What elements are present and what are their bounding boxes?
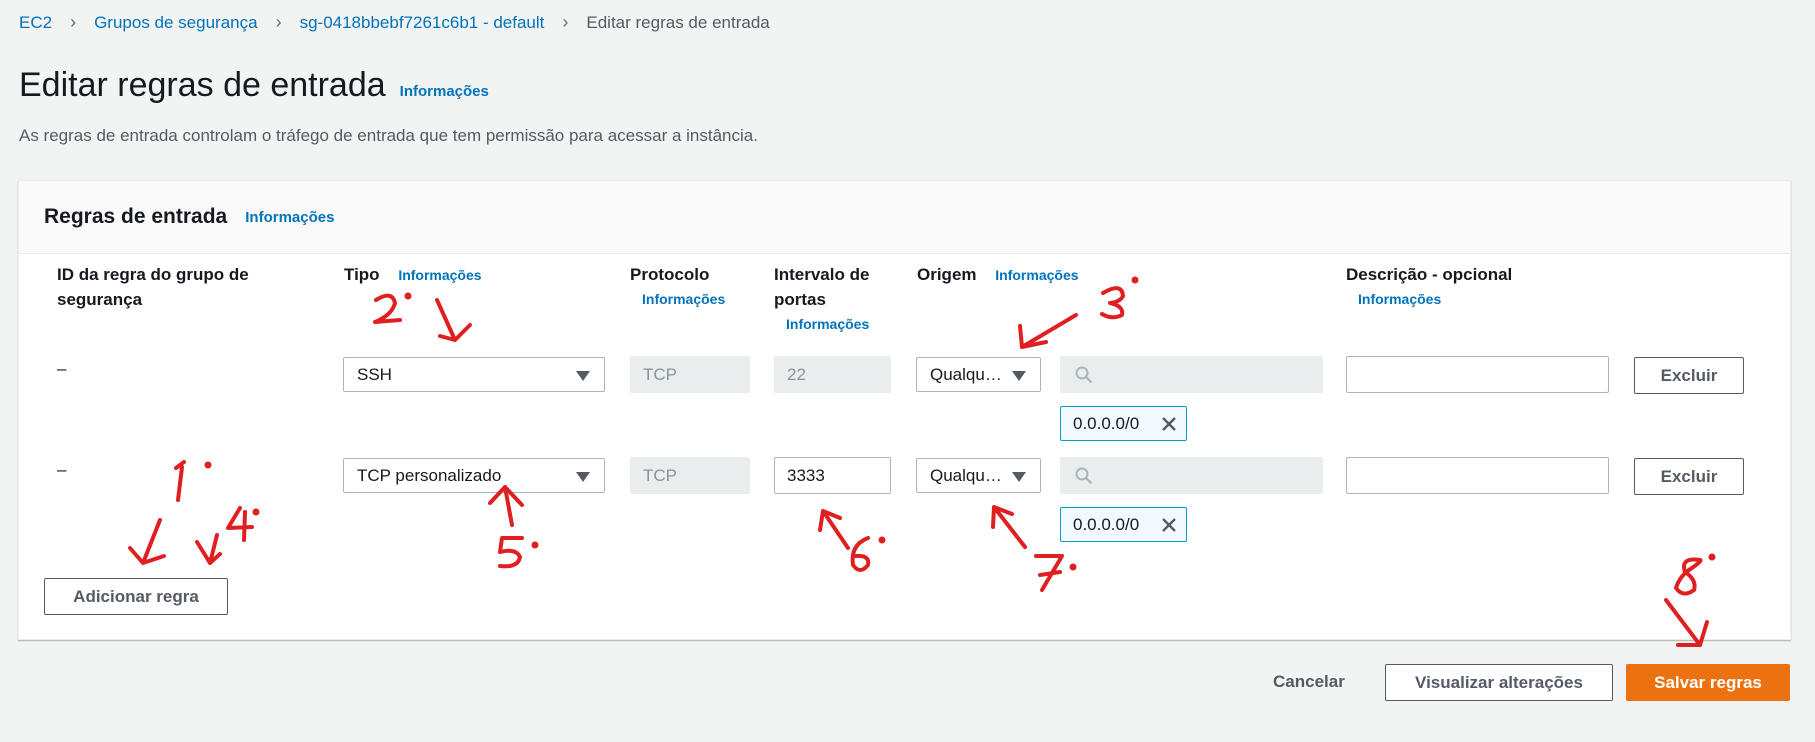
close-icon[interactable]	[1161, 416, 1177, 432]
cidr-token-label: 0.0.0.0/0	[1073, 514, 1140, 534]
col-protocol: Protocolo Informações	[630, 262, 725, 312]
inbound-rules-panel: Regras de entrada Informações ID da regr…	[18, 180, 1791, 640]
chevron-right-icon: ›	[275, 12, 282, 32]
port-input-2[interactable]: 3333	[774, 457, 891, 494]
rule-id-1: –	[57, 359, 67, 378]
breadcrumb-ec2[interactable]: EC2	[19, 13, 52, 33]
delete-rule-button-1[interactable]: Excluir	[1634, 357, 1744, 394]
source-search-2[interactable]	[1060, 457, 1323, 494]
search-icon	[1075, 366, 1093, 384]
description-input-1[interactable]	[1346, 356, 1609, 393]
breadcrumb: EC2 › Grupos de segurança › sg-0418bbebf…	[19, 12, 770, 33]
col-description-info[interactable]: Informações	[1346, 287, 1512, 312]
page-info-link[interactable]: Informações	[400, 83, 489, 100]
panel-title: Regras de entrada	[44, 205, 228, 228]
col-description: Descrição - opcional Informações	[1346, 262, 1512, 312]
col-protocol-label: Protocolo	[630, 265, 710, 284]
type-select-2[interactable]: TCP personalizado	[343, 458, 605, 493]
col-type-info[interactable]: Informações	[398, 267, 481, 283]
caret-down-icon	[576, 371, 590, 381]
source-select-1[interactable]: Qualqu…	[916, 357, 1041, 392]
delete-rule-button-2[interactable]: Excluir	[1634, 458, 1744, 495]
panel-header: Regras de entrada Informações	[19, 181, 1790, 254]
page-description: As regras de entrada controlam o tráfego…	[19, 126, 758, 145]
col-source-label: Origem	[917, 265, 977, 284]
preview-changes-button[interactable]: Visualizar alterações	[1385, 664, 1613, 701]
description-input-2[interactable]	[1346, 457, 1609, 494]
page-title: Editar regras de entrada	[19, 66, 386, 104]
breadcrumb-security-group[interactable]: sg-0418bbebf7261c6b1 - default	[300, 13, 545, 33]
col-port-range-info[interactable]: Informações	[774, 312, 889, 337]
rule-id-2: –	[57, 460, 67, 479]
save-rules-button[interactable]: Salvar regras	[1626, 664, 1790, 701]
panel-info-link[interactable]: Informações	[245, 209, 334, 226]
cidr-token-label: 0.0.0.0/0	[1073, 413, 1140, 433]
type-select-value: TCP personalizado	[357, 465, 502, 485]
col-protocol-info[interactable]: Informações	[630, 287, 725, 312]
source-select-value: Qualqu…	[930, 364, 1002, 384]
close-icon[interactable]	[1161, 517, 1177, 533]
chevron-right-icon: ›	[562, 12, 569, 32]
col-type: Tipo Informações	[344, 262, 482, 288]
protocol-field-1: TCP	[630, 356, 750, 393]
caret-down-icon	[576, 472, 590, 482]
cidr-token-2: 0.0.0.0/0	[1060, 507, 1187, 542]
type-select-value: SSH	[357, 364, 392, 384]
col-source: Origem Informações	[917, 262, 1079, 288]
port-field-1: 22	[774, 356, 891, 393]
caret-down-icon	[1012, 371, 1026, 381]
search-icon	[1075, 467, 1093, 485]
col-type-label: Tipo	[344, 265, 380, 284]
caret-down-icon	[1012, 472, 1026, 482]
cidr-token-1: 0.0.0.0/0	[1060, 406, 1187, 441]
chevron-right-icon: ›	[70, 12, 77, 32]
col-port-range: Intervalo de portas Informações	[774, 262, 889, 337]
col-description-label: Descrição - opcional	[1346, 265, 1513, 284]
page-header: Editar regras de entrada Informações	[19, 66, 489, 105]
protocol-field-2: TCP	[630, 457, 750, 494]
col-port-range-label: Intervalo de portas	[774, 265, 870, 309]
breadcrumb-security-groups[interactable]: Grupos de segurança	[94, 13, 258, 33]
breadcrumb-current: Editar regras de entrada	[586, 12, 770, 32]
add-rule-button[interactable]: Adicionar regra	[44, 578, 228, 615]
source-search-1[interactable]	[1060, 356, 1323, 393]
col-source-info[interactable]: Informações	[995, 267, 1078, 283]
source-select-value: Qualqu…	[930, 465, 1002, 485]
cancel-button[interactable]: Cancelar	[1273, 672, 1345, 692]
type-select-1[interactable]: SSH	[343, 357, 605, 392]
col-rule-id: ID da regra do grupo de segurança	[57, 265, 249, 309]
source-select-2[interactable]: Qualqu…	[916, 458, 1041, 493]
